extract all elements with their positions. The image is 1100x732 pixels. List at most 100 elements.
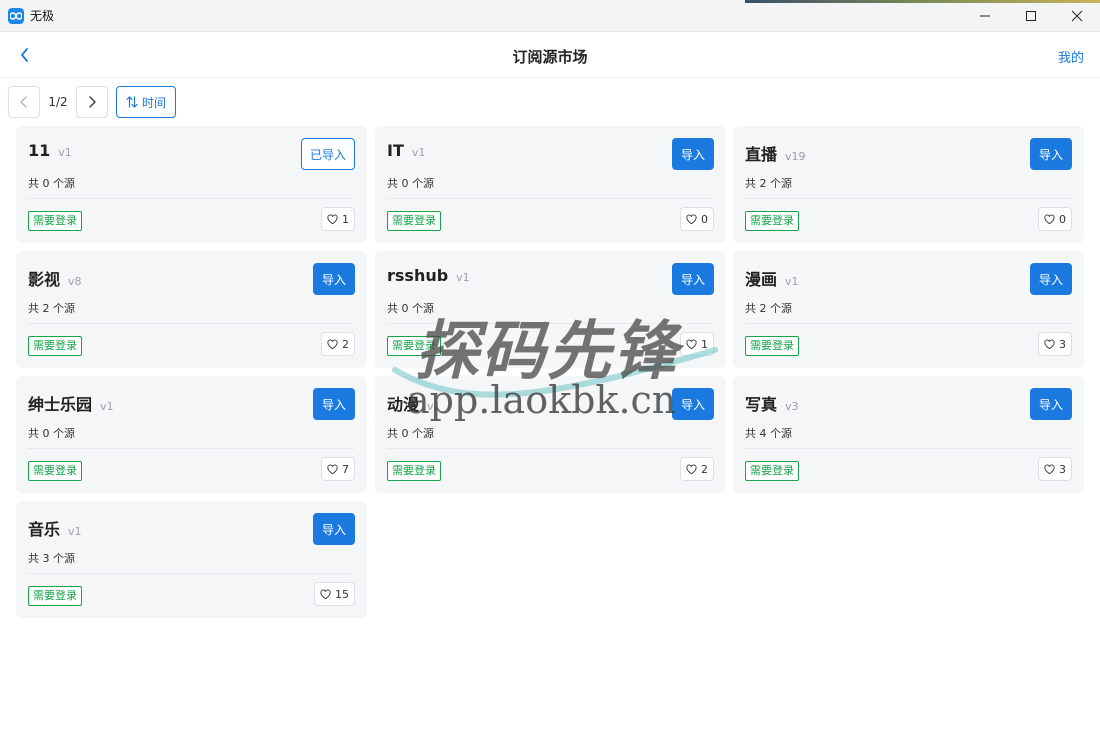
heart-icon xyxy=(686,214,697,224)
card-title: 影视 v8 xyxy=(28,266,82,290)
import-button[interactable]: 导入 xyxy=(312,263,355,295)
heart-icon xyxy=(686,464,697,474)
card-source-count: 共 0 个源 xyxy=(28,427,75,440)
card-version: v1 xyxy=(100,400,114,413)
login-required-tag: 需要登录 xyxy=(28,211,82,231)
window-title: 无极 xyxy=(30,9,55,23)
card-divider xyxy=(28,198,355,199)
card-divider xyxy=(387,448,714,449)
card-title: 音乐 v1 xyxy=(28,516,82,540)
card-source-count: 共 2 个源 xyxy=(745,177,792,190)
maximize-button[interactable] xyxy=(1008,0,1054,32)
like-button[interactable]: 7 xyxy=(321,457,355,481)
login-required-tag: 需要登录 xyxy=(745,336,799,356)
like-count: 15 xyxy=(335,587,349,601)
card-version: v1 xyxy=(58,146,72,159)
like-button[interactable]: 1 xyxy=(680,332,714,356)
like-count: 3 xyxy=(1059,462,1066,476)
minimize-icon xyxy=(980,15,990,17)
import-button[interactable]: 导入 xyxy=(312,388,355,420)
card-version: v1 xyxy=(411,146,426,159)
page-header: 订阅源市场 我的 xyxy=(0,32,1100,78)
card-divider xyxy=(745,448,1072,449)
login-required-tag: 需要登录 xyxy=(387,211,441,231)
import-button[interactable]: 导入 xyxy=(671,138,714,170)
import-button[interactable]: 导入 xyxy=(1029,138,1072,170)
window-titlebar: 无极 xyxy=(0,0,1100,32)
card-divider xyxy=(28,573,355,574)
card-title: 绅士乐园 v1 xyxy=(28,391,114,415)
like-button[interactable]: 0 xyxy=(680,207,714,231)
card-title: 漫画 v1 xyxy=(745,266,799,290)
card-name: rsshub xyxy=(387,266,449,285)
heart-icon xyxy=(327,339,338,349)
import-button[interactable]: 导入 xyxy=(671,388,714,420)
card-version: v1 xyxy=(785,275,799,288)
maximize-icon xyxy=(1026,11,1036,21)
like-count: 0 xyxy=(1059,212,1066,226)
sort-by-time-button[interactable]: 时间 xyxy=(116,86,177,118)
import-button[interactable]: 导入 xyxy=(671,263,714,295)
source-card: 动漫 v1 共 0 个源 导入 需要登录 2 xyxy=(375,376,726,493)
close-button[interactable] xyxy=(1054,0,1100,32)
source-card: 影视 v8 共 2 个源 导入 需要登录 2 xyxy=(16,251,367,368)
close-icon xyxy=(1071,10,1083,22)
source-card: 音乐 v1 共 3 个源 导入需要登录 15 xyxy=(16,501,367,618)
card-version: v19 xyxy=(785,150,806,163)
card-version: v3 xyxy=(785,400,799,413)
login-required-tag: 需要登录 xyxy=(28,461,82,481)
mine-link[interactable]: 我的 xyxy=(1058,47,1084,66)
card-divider xyxy=(387,323,714,324)
card-version: v1 xyxy=(456,271,470,284)
card-title: rsshub v1 xyxy=(387,266,470,285)
heart-icon xyxy=(1044,339,1055,349)
import-button[interactable]: 导入 xyxy=(1029,388,1072,420)
source-card: rsshub v1 共 0 个源 导入 需要登录 1 xyxy=(375,251,726,368)
like-button[interactable]: 3 xyxy=(1038,332,1072,356)
card-title: 直播 v19 xyxy=(745,141,806,165)
card-source-count: 共 2 个源 xyxy=(28,302,75,315)
card-divider xyxy=(28,448,355,449)
login-required-tag: 需要登录 xyxy=(28,586,82,606)
like-button[interactable]: 1 xyxy=(321,207,355,231)
like-button[interactable]: 15 xyxy=(314,582,355,606)
card-source-count: 共 4 个源 xyxy=(745,427,792,440)
card-divider xyxy=(387,198,714,199)
card-name: 动漫 xyxy=(387,395,420,414)
like-button[interactable]: 3 xyxy=(1038,457,1072,481)
card-source-count: 共 3 个源 xyxy=(28,552,75,565)
import-button[interactable]: 导入 xyxy=(312,513,355,545)
like-count: 3 xyxy=(1059,337,1066,351)
card-name: 11 xyxy=(28,141,51,160)
card-divider xyxy=(745,198,1072,199)
card-version: v8 xyxy=(68,275,82,288)
chevron-left-icon xyxy=(20,96,27,108)
import-button[interactable]: 导入 xyxy=(1029,263,1072,295)
like-button[interactable]: 2 xyxy=(680,457,714,481)
minimize-button[interactable] xyxy=(962,0,1008,32)
heart-icon xyxy=(1044,214,1055,224)
card-version: v1 xyxy=(427,400,441,413)
card-name: 绅士乐园 xyxy=(28,395,93,414)
sort-label: 时间 xyxy=(142,95,167,110)
like-count: 2 xyxy=(342,337,349,351)
card-name: 影视 xyxy=(28,270,61,289)
window-controls xyxy=(962,0,1100,32)
source-card: 写真 v3 共 4 个源 导入需要登录 3 xyxy=(733,376,1084,493)
login-required-tag: 需要登录 xyxy=(745,461,799,481)
like-count: 0 xyxy=(701,212,708,226)
prev-page-button[interactable] xyxy=(8,86,40,118)
next-page-button[interactable] xyxy=(76,86,108,118)
app-icon xyxy=(8,7,24,24)
card-name: 漫画 xyxy=(745,270,778,289)
like-button[interactable]: 2 xyxy=(321,332,355,356)
pagination-toolbar: 1/2 时间 xyxy=(8,86,177,118)
like-count: 2 xyxy=(701,462,708,476)
login-required-tag: 需要登录 xyxy=(745,211,799,231)
card-title: 写真 v3 xyxy=(745,391,799,415)
import-button[interactable]: 已导入 xyxy=(300,138,355,170)
like-button[interactable]: 0 xyxy=(1038,207,1072,231)
like-count: 1 xyxy=(342,212,349,226)
login-required-tag: 需要登录 xyxy=(387,336,441,356)
card-name: 直播 xyxy=(745,145,778,164)
